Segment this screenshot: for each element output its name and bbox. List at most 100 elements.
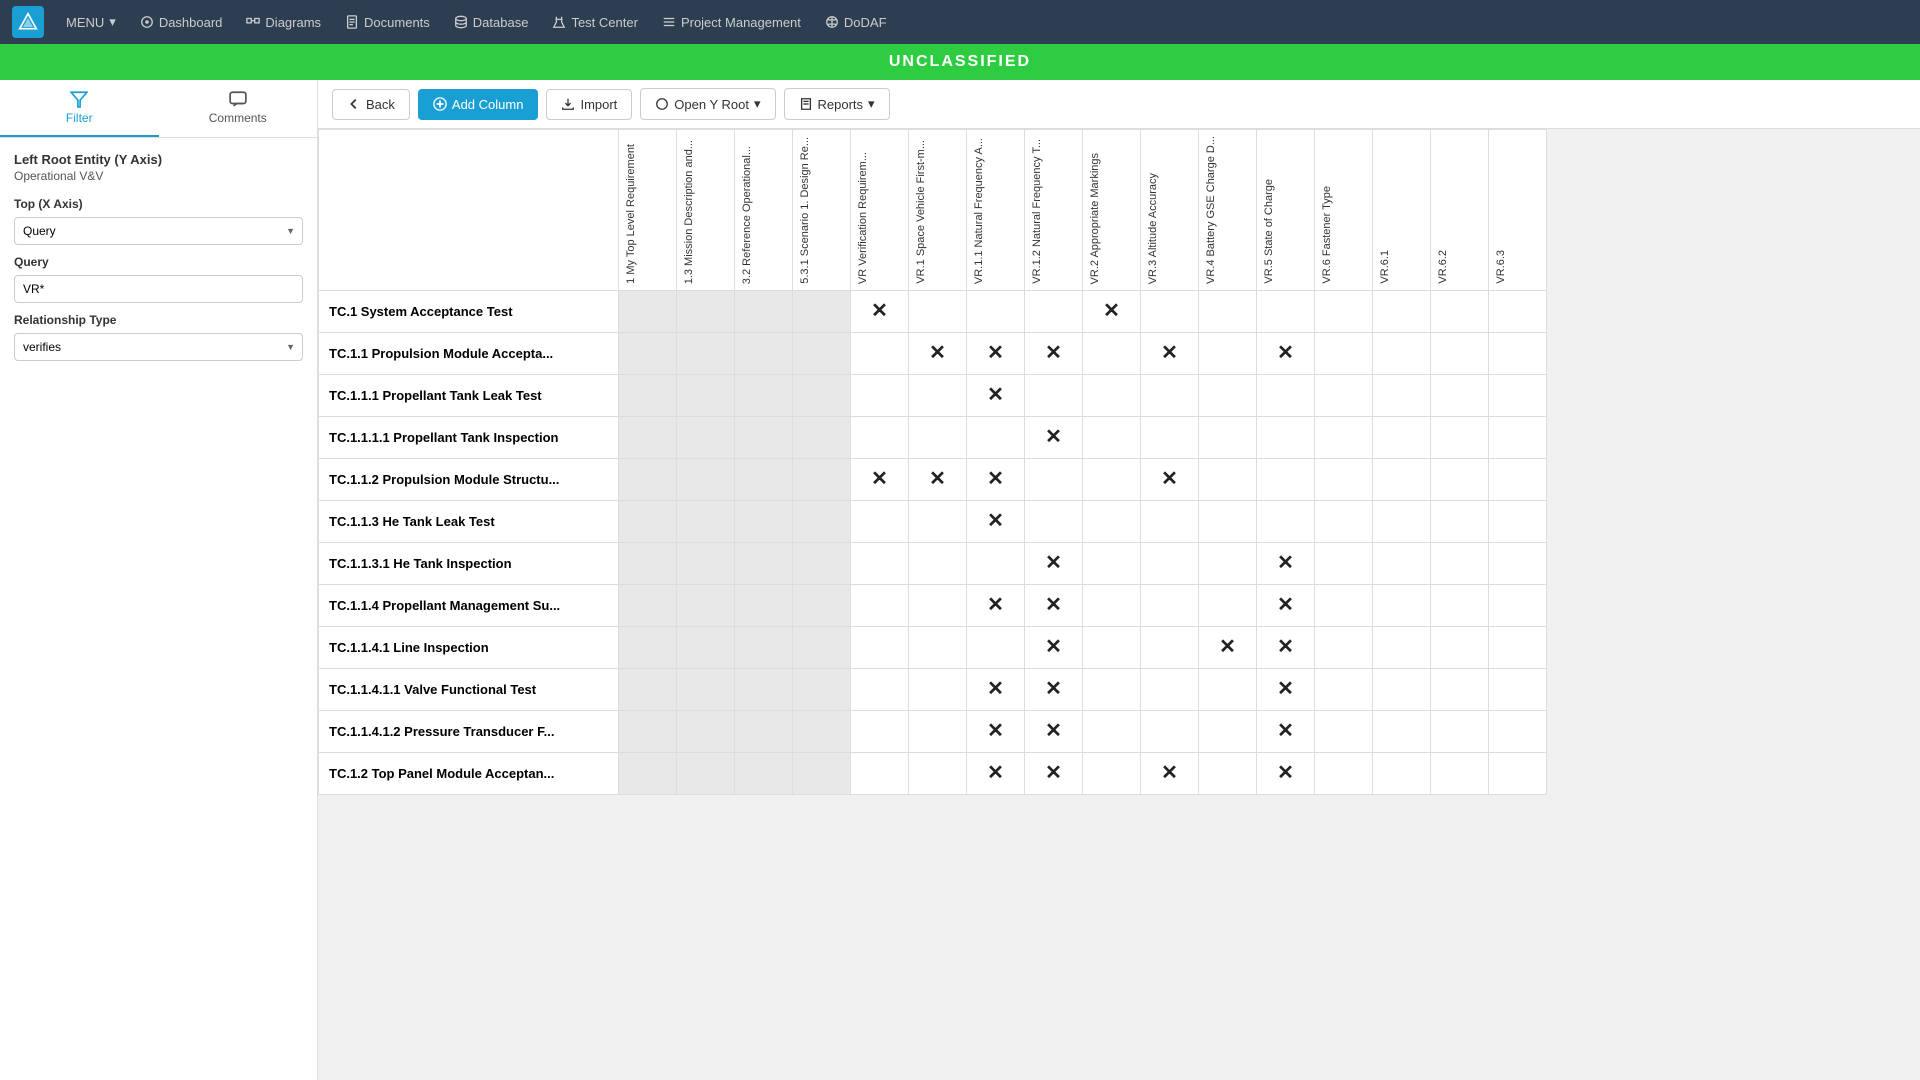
nav-dashboard[interactable]: Dashboard (130, 9, 233, 36)
matrix-cell[interactable] (1257, 291, 1315, 333)
matrix-cell[interactable]: ✕ (1257, 711, 1315, 753)
matrix-cell[interactable] (1199, 543, 1257, 585)
matrix-cell[interactable]: ✕ (1257, 753, 1315, 795)
matrix-cell[interactable] (1083, 543, 1141, 585)
matrix-cell[interactable] (1315, 501, 1373, 543)
matrix-cell[interactable] (1489, 543, 1547, 585)
matrix-cell[interactable] (793, 543, 851, 585)
matrix-cell[interactable] (1083, 711, 1141, 753)
matrix-cell[interactable] (967, 417, 1025, 459)
app-logo[interactable] (12, 6, 44, 38)
matrix-cell[interactable] (909, 501, 967, 543)
nav-database[interactable]: Database (444, 9, 539, 36)
matrix-cell[interactable] (1373, 753, 1431, 795)
matrix-cell[interactable] (735, 375, 793, 417)
matrix-cell[interactable] (909, 585, 967, 627)
matrix-cell[interactable]: ✕ (1257, 585, 1315, 627)
matrix-container[interactable]: 1 My Top Level Requirement1.3 Mission De… (318, 129, 1920, 1080)
matrix-cell[interactable] (735, 543, 793, 585)
matrix-cell[interactable] (1489, 501, 1547, 543)
matrix-cell[interactable]: ✕ (967, 459, 1025, 501)
matrix-cell[interactable] (1025, 459, 1083, 501)
matrix-cell[interactable]: ✕ (909, 333, 967, 375)
matrix-cell[interactable]: ✕ (1257, 333, 1315, 375)
matrix-cell[interactable] (909, 627, 967, 669)
matrix-cell[interactable] (909, 417, 967, 459)
matrix-cell[interactable] (851, 627, 909, 669)
matrix-cell[interactable] (1141, 543, 1199, 585)
matrix-cell[interactable] (1431, 585, 1489, 627)
matrix-cell[interactable] (1199, 669, 1257, 711)
nav-diagrams[interactable]: Diagrams (236, 9, 331, 36)
add-column-button[interactable]: Add Column (418, 89, 539, 120)
matrix-cell[interactable] (619, 627, 677, 669)
matrix-cell[interactable] (619, 375, 677, 417)
matrix-cell[interactable] (909, 291, 967, 333)
matrix-cell[interactable] (967, 627, 1025, 669)
matrix-cell[interactable] (1431, 375, 1489, 417)
matrix-cell[interactable] (619, 669, 677, 711)
matrix-cell[interactable] (1315, 333, 1373, 375)
matrix-cell[interactable] (1431, 291, 1489, 333)
matrix-cell[interactable] (1489, 627, 1547, 669)
matrix-cell[interactable] (1025, 375, 1083, 417)
nav-test-center[interactable]: Test Center (542, 9, 647, 36)
tab-comments[interactable]: Comments (159, 80, 318, 137)
matrix-cell[interactable] (677, 417, 735, 459)
matrix-cell[interactable] (1431, 669, 1489, 711)
matrix-cell[interactable] (1025, 291, 1083, 333)
matrix-cell[interactable] (1199, 375, 1257, 417)
nav-documents[interactable]: Documents (335, 9, 440, 36)
matrix-cell[interactable] (1141, 291, 1199, 333)
matrix-cell[interactable] (1083, 585, 1141, 627)
matrix-cell[interactable] (793, 627, 851, 669)
matrix-cell[interactable]: ✕ (1199, 627, 1257, 669)
matrix-cell[interactable]: ✕ (1025, 585, 1083, 627)
matrix-cell[interactable]: ✕ (967, 669, 1025, 711)
matrix-cell[interactable] (909, 375, 967, 417)
matrix-cell[interactable] (851, 669, 909, 711)
matrix-cell[interactable] (1199, 459, 1257, 501)
matrix-cell[interactable] (677, 543, 735, 585)
matrix-cell[interactable]: ✕ (1141, 333, 1199, 375)
matrix-cell[interactable] (1025, 501, 1083, 543)
matrix-cell[interactable] (1489, 417, 1547, 459)
matrix-cell[interactable]: ✕ (1025, 669, 1083, 711)
matrix-cell[interactable] (1141, 375, 1199, 417)
matrix-cell[interactable] (1315, 585, 1373, 627)
matrix-cell[interactable] (851, 375, 909, 417)
matrix-cell[interactable] (1431, 459, 1489, 501)
matrix-cell[interactable] (735, 585, 793, 627)
matrix-cell[interactable] (793, 291, 851, 333)
matrix-cell[interactable]: ✕ (1141, 459, 1199, 501)
matrix-cell[interactable] (851, 585, 909, 627)
relationship-type-select[interactable]: verifies (14, 333, 303, 361)
matrix-cell[interactable] (619, 543, 677, 585)
matrix-cell[interactable] (1315, 627, 1373, 669)
matrix-cell[interactable]: ✕ (967, 585, 1025, 627)
matrix-cell[interactable] (1373, 333, 1431, 375)
matrix-cell[interactable] (909, 543, 967, 585)
tab-filter[interactable]: Filter (0, 80, 159, 137)
matrix-cell[interactable]: ✕ (1083, 291, 1141, 333)
matrix-cell[interactable] (793, 669, 851, 711)
matrix-cell[interactable] (677, 753, 735, 795)
matrix-cell[interactable] (1431, 753, 1489, 795)
matrix-cell[interactable] (1083, 627, 1141, 669)
query-input[interactable] (14, 275, 303, 303)
matrix-cell[interactable] (1431, 627, 1489, 669)
matrix-cell[interactable] (1257, 417, 1315, 459)
matrix-cell[interactable] (677, 333, 735, 375)
reports-button[interactable]: Reports ▾ (784, 88, 890, 120)
matrix-cell[interactable] (1315, 291, 1373, 333)
matrix-cell[interactable] (1257, 459, 1315, 501)
matrix-cell[interactable] (1489, 711, 1547, 753)
matrix-cell[interactable] (1373, 291, 1431, 333)
matrix-cell[interactable]: ✕ (967, 333, 1025, 375)
matrix-cell[interactable] (619, 585, 677, 627)
matrix-cell[interactable]: ✕ (1025, 333, 1083, 375)
matrix-cell[interactable] (1199, 417, 1257, 459)
matrix-cell[interactable] (851, 753, 909, 795)
matrix-cell[interactable]: ✕ (1257, 543, 1315, 585)
matrix-cell[interactable] (735, 291, 793, 333)
